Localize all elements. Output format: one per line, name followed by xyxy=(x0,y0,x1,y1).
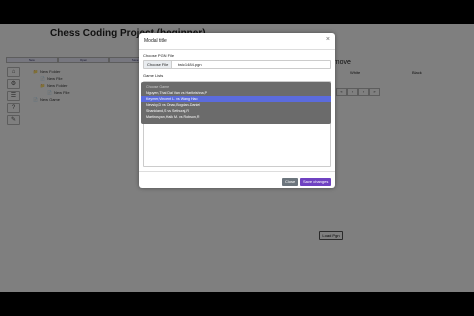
file-name: twic1484.pgn xyxy=(178,62,202,67)
close-button[interactable]: Close xyxy=(282,178,299,186)
game-list-label: Game Lists xyxy=(143,73,164,78)
save-changes-button[interactable]: Save changes xyxy=(300,178,332,186)
modal-header: Modal title × xyxy=(139,33,335,50)
pgn-file-input[interactable]: Choose File twic1484.pgn xyxy=(143,60,331,69)
modal-footer: Close Save changes xyxy=(139,171,335,189)
pgn-file-label: Choose PGN File xyxy=(143,53,175,58)
choose-file-button[interactable]: Choose File xyxy=(144,61,173,68)
modal-title: Modal title xyxy=(144,38,167,44)
game-option[interactable]: Martirosyan,Haik M. vs Robson,R xyxy=(141,114,331,120)
game-dropdown[interactable]: Choose Game Nguyen,Thai Dai Van vs Harik… xyxy=(141,82,331,124)
close-icon[interactable]: × xyxy=(326,36,330,43)
